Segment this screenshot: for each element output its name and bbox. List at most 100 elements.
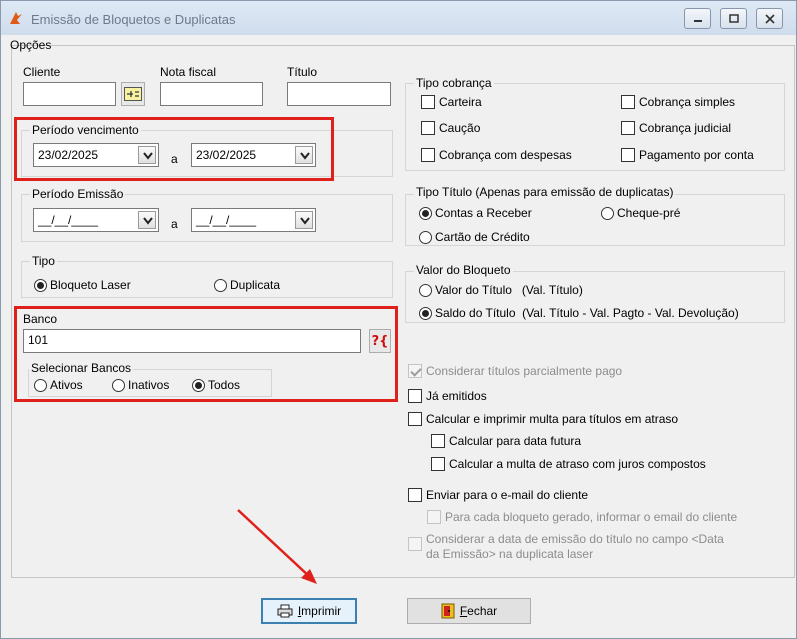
highlight-periodo-vencimento xyxy=(14,117,334,181)
caucao-checkbox[interactable]: Caução xyxy=(421,121,480,135)
checkbox-label: Pagamento por conta xyxy=(639,148,754,162)
tipo-cobranca-label: Tipo cobrança xyxy=(414,76,494,90)
close-icon xyxy=(765,14,775,24)
chevron-down-icon xyxy=(143,217,153,225)
checkbox-label-line1: Considerar a data de emissão do título n… xyxy=(426,532,724,546)
cada-bloqueto-checkbox[interactable]: Para cada bloqueto gerado, informar o em… xyxy=(427,510,737,524)
radio-indicator xyxy=(419,230,432,244)
minimize-icon xyxy=(694,20,702,22)
radio-label: Cartão de Crédito xyxy=(435,230,530,244)
nota-fiscal-input[interactable] xyxy=(160,82,263,106)
emissao-from-dropdown[interactable] xyxy=(138,211,156,229)
checkbox-box xyxy=(621,121,635,135)
considerar-parcial-checkbox[interactable]: Considerar títulos parcialmente pago xyxy=(408,364,622,378)
radio-indicator xyxy=(419,306,432,320)
checkbox-label: Considerar a data de emissão do título n… xyxy=(426,532,724,562)
imprimir-label: Imprimir xyxy=(298,604,341,618)
maximize-button[interactable] xyxy=(720,8,747,29)
radio-indicator xyxy=(34,278,47,292)
window-title: Emissão de Bloquetos e Duplicatas xyxy=(31,12,236,27)
minimize-button[interactable] xyxy=(684,8,711,29)
cartao-credito-radio[interactable]: Cartão de Crédito xyxy=(419,230,530,244)
cobranca-simples-checkbox[interactable]: Cobrança simples xyxy=(621,95,735,109)
checkbox-label: Caução xyxy=(439,121,481,135)
cheque-pre-radio[interactable]: Cheque-pré xyxy=(601,206,680,220)
emissao-to-date[interactable]: __/__/____ xyxy=(191,208,316,232)
checkbox-box xyxy=(427,510,441,524)
annotation-arrow xyxy=(237,509,317,584)
cliente-input[interactable] xyxy=(23,82,116,106)
enviar-email-checkbox[interactable]: Enviar para o e-mail do cliente xyxy=(408,488,588,502)
checkbox-box xyxy=(421,95,435,109)
considerar-data-emissao-checkbox[interactable]: Considerar a data de emissão do título n… xyxy=(408,532,724,562)
contas-a-receber-radio[interactable]: Contas a Receber xyxy=(419,206,532,220)
checkbox-label: Calcular a multa de atraso com juros com… xyxy=(449,457,706,471)
highlight-banco xyxy=(14,306,398,402)
juros-compostos-checkbox[interactable]: Calcular a multa de atraso com juros com… xyxy=(431,457,706,471)
checkbox-label: Cobrança judicial xyxy=(639,121,732,135)
nota-fiscal-label: Nota fiscal xyxy=(160,65,217,79)
cobranca-despesas-checkbox[interactable]: Cobrança com despesas xyxy=(421,148,572,162)
pagamento-por-conta-checkbox[interactable]: Pagamento por conta xyxy=(621,148,754,162)
tipo-option-label: Bloqueto Laser xyxy=(50,278,131,292)
app-icon xyxy=(8,10,24,26)
imprimir-button[interactable]: Imprimir xyxy=(261,598,357,624)
checkbox-label: Cobrança com despesas xyxy=(439,148,572,162)
exit-door-icon xyxy=(441,603,455,619)
cliente-lookup-button[interactable] xyxy=(121,82,145,106)
checkbox-label: Cobrança simples xyxy=(639,95,736,109)
checkbox-box xyxy=(431,434,445,448)
checkbox-label: Calcular e imprimir multa para títulos e… xyxy=(426,412,679,426)
fechar-label-rest: echar xyxy=(467,604,498,618)
checkbox-label: Enviar para o e-mail do cliente xyxy=(426,488,589,502)
radio-indicator xyxy=(419,283,432,297)
calcular-multa-checkbox[interactable]: Calcular e imprimir multa para títulos e… xyxy=(408,412,678,426)
tipo-duplicata-radio[interactable]: Duplicata xyxy=(214,278,280,292)
checkbox-box xyxy=(408,389,422,403)
radio-label: Valor do Título (Val. Título) xyxy=(435,283,583,297)
checkbox-box xyxy=(421,121,435,135)
emissao-separator: a xyxy=(171,217,178,231)
carteira-checkbox[interactable]: Carteira xyxy=(421,95,482,109)
checkbox-box xyxy=(408,364,422,378)
dialog-window: Emissão de Bloquetos e Duplicatas Opções… xyxy=(0,0,797,639)
checkbox-label: Considerar títulos parcialmente pago xyxy=(426,364,623,378)
chevron-down-icon xyxy=(300,217,310,225)
checkbox-label-line2: da Emissão> na duplicata laser xyxy=(426,547,594,561)
cliente-label: Cliente xyxy=(23,65,61,79)
tipo-bloqueto-laser-radio[interactable]: Bloqueto Laser xyxy=(34,278,131,292)
imprimir-label-rest: mprimir xyxy=(301,604,342,618)
emissao-to-dropdown[interactable] xyxy=(295,211,313,229)
checkbox-box xyxy=(421,148,435,162)
printer-icon xyxy=(277,604,293,618)
options-label: Opções xyxy=(10,38,52,52)
periodo-emissao-label: Período Emissão xyxy=(30,187,126,201)
saldo-titulo-radio[interactable]: Saldo do Título (Val. Título - Val. Pagt… xyxy=(419,306,739,320)
emissao-from-date[interactable]: __/__/____ xyxy=(33,208,159,232)
radio-indicator xyxy=(601,206,614,220)
tipo-option-label: Duplicata xyxy=(230,278,281,292)
fechar-label: Fechar xyxy=(460,604,497,618)
checkbox-box xyxy=(408,412,422,426)
checkbox-box xyxy=(621,148,635,162)
fechar-button[interactable]: Fechar xyxy=(407,598,531,624)
checkbox-box xyxy=(408,537,422,551)
cobranca-judicial-checkbox[interactable]: Cobrança judicial xyxy=(621,121,731,135)
ja-emitidos-checkbox[interactable]: Já emitidos xyxy=(408,389,487,403)
title-bar[interactable]: Emissão de Bloquetos e Duplicatas xyxy=(1,1,796,35)
checkbox-box xyxy=(621,95,635,109)
checkbox-label: Carteira xyxy=(439,95,482,109)
radio-label: Contas a Receber xyxy=(435,206,532,220)
close-window-button[interactable] xyxy=(756,8,783,29)
data-futura-checkbox[interactable]: Calcular para data futura xyxy=(431,434,581,448)
tipo-titulo-label: Tipo Título (Apenas para emissão de dupl… xyxy=(414,185,676,199)
emissao-from-value: __/__/____ xyxy=(38,213,99,227)
checkbox-label: Para cada bloqueto gerado, informar o em… xyxy=(445,510,738,524)
checkbox-label: Já emitidos xyxy=(426,389,487,403)
radio-indicator xyxy=(214,278,227,292)
valor-titulo-radio[interactable]: Valor do Título (Val. Título) xyxy=(419,283,583,297)
titulo-input[interactable] xyxy=(287,82,391,106)
checkbox-box xyxy=(431,457,445,471)
valor-bloqueto-label: Valor do Bloqueto xyxy=(414,263,513,277)
pointing-hand-icon xyxy=(124,87,142,101)
